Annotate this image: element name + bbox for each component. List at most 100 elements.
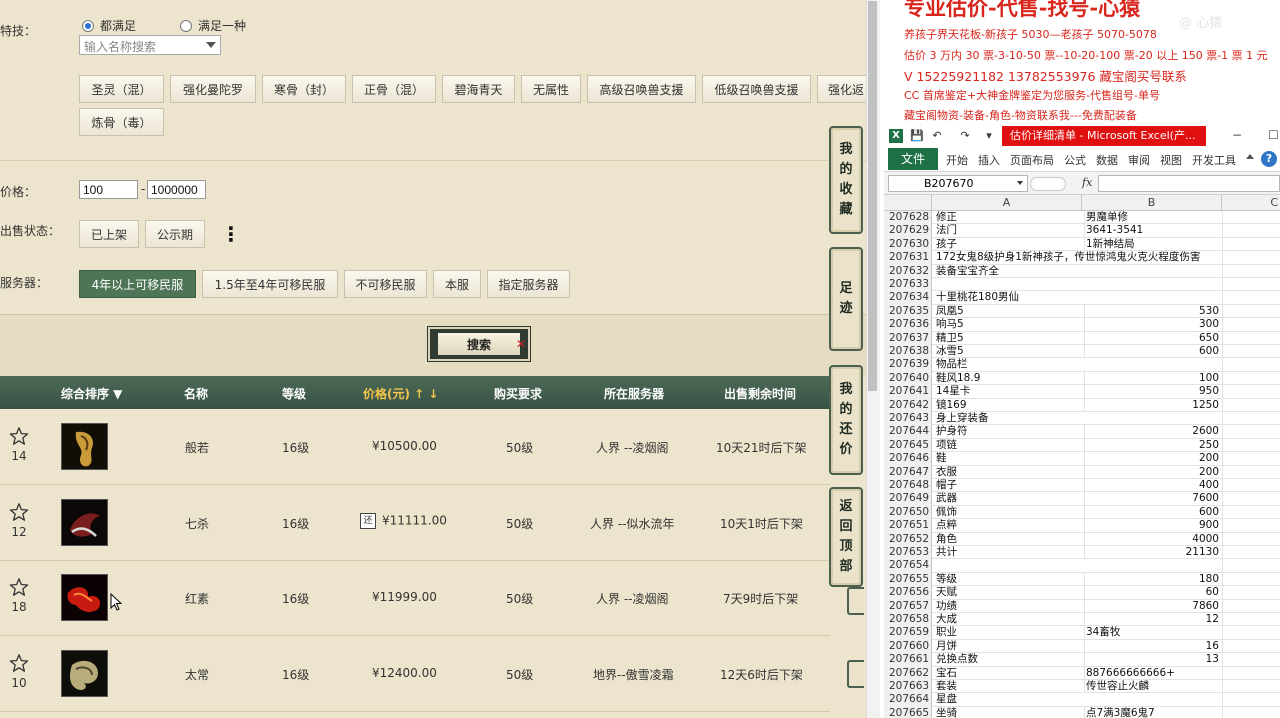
cell-b[interactable]: 900	[1084, 519, 1222, 533]
cell-c[interactable]	[1222, 425, 1280, 439]
skill-option[interactable]: 强化返	[817, 75, 866, 103]
skill-option[interactable]: 低级召唤兽支援	[702, 75, 811, 103]
sheet-row[interactable]: 207658 大成 12	[884, 613, 1280, 627]
cell-a[interactable]: 大成	[936, 613, 1084, 626]
cell-c[interactable]	[1222, 452, 1280, 466]
cell-a[interactable]: 护身符	[936, 425, 1084, 438]
skill-option[interactable]: 高级召唤兽支援	[587, 75, 696, 103]
sheet-row[interactable]: 207664 星盘	[884, 693, 1280, 707]
cell-a[interactable]: 身上穿装备	[936, 412, 1084, 425]
sheet-row[interactable]: 207648 帽子 400	[884, 479, 1280, 493]
row-number[interactable]: 207633	[884, 278, 932, 292]
table-row[interactable]: 12 七杀 16级 还 ¥11111.00 50级 人界 --似水流年 10天1时…	[0, 486, 830, 561]
status-public-period-button[interactable]: 公示期	[145, 220, 205, 248]
cell-c[interactable]	[1222, 559, 1280, 573]
footprint-tab[interactable]: 足迹	[829, 247, 863, 351]
server-option[interactable]: 指定服务器	[487, 270, 570, 298]
favorite-star-icon[interactable]	[9, 577, 29, 597]
row-number[interactable]: 207651	[884, 519, 932, 533]
name-box[interactable]: B207670	[888, 175, 1028, 192]
cell-b[interactable]: 250	[1084, 438, 1222, 452]
cell-b[interactable]: 650	[1084, 331, 1222, 345]
skill-option[interactable]: 炼骨（毒）	[79, 108, 164, 136]
row-number[interactable]: 207630	[884, 237, 932, 252]
cell-c[interactable]	[1222, 505, 1280, 520]
row-number[interactable]: 207640	[884, 371, 932, 386]
pet-name[interactable]: 般若	[185, 439, 209, 456]
sheet-row[interactable]: 207655 等级 180	[884, 572, 1280, 587]
sheet-row[interactable]: 207643 身上穿装备	[884, 412, 1280, 426]
cell-c[interactable]	[1222, 278, 1280, 292]
sheet-row[interactable]: 207634 十里桃花180男仙	[884, 291, 1280, 305]
cell-b[interactable]: 3641-3541	[1084, 224, 1222, 238]
sheet-row[interactable]: 207653 共计 21130	[884, 546, 1280, 560]
cell-b[interactable]: 100	[1084, 371, 1222, 385]
sheet-row[interactable]: 207642 镜169 1250	[884, 398, 1280, 412]
pet-thumbnail[interactable]	[61, 650, 108, 697]
redo-icon[interactable]: ↷	[958, 129, 972, 143]
tab-developer[interactable]: 开发工具	[1192, 152, 1236, 168]
cell-b[interactable]: 12	[1084, 613, 1222, 626]
tab-insert[interactable]: 插入	[978, 152, 1000, 168]
cell-b[interactable]: 16	[1084, 639, 1222, 653]
server-option-active[interactable]: 4年以上可移民服	[79, 270, 196, 298]
search-button[interactable]: 搜索 ✕	[427, 326, 531, 362]
row-number[interactable]: 207655	[884, 572, 932, 587]
table-row[interactable]: 18 红素 16级 ¥11999.00 50级 人界 --凌烟阁 7天9时后下架	[0, 561, 830, 636]
cell-c[interactable]	[1222, 318, 1280, 332]
my-bargain-tab[interactable]: 我的还价	[829, 365, 863, 475]
back-to-top-tab[interactable]: 返回顶部	[829, 487, 863, 587]
cell-c[interactable]	[1222, 398, 1280, 412]
pet-thumbnail[interactable]	[61, 423, 108, 470]
formula-input[interactable]	[1098, 175, 1280, 192]
sheet-row[interactable]: 207637 精卫5 650	[884, 331, 1280, 345]
row-number[interactable]: 207660	[884, 639, 932, 654]
sheet-row[interactable]: 207663 套装 传世容止火麟	[884, 680, 1280, 694]
cell-c[interactable]	[1222, 438, 1280, 453]
server-option[interactable]: 不可移民服	[344, 270, 427, 298]
radio-any-match[interactable]	[180, 19, 193, 32]
row-number[interactable]: 207662	[884, 666, 932, 680]
cell-c[interactable]	[1222, 412, 1280, 426]
excel-app-icon[interactable]: X	[889, 129, 903, 143]
radio-any-label[interactable]: 满足一种	[198, 17, 246, 34]
cell-c[interactable]	[1222, 291, 1280, 305]
my-favorites-tab[interactable]: 我的收藏	[829, 126, 863, 234]
column-header-c[interactable]: C	[1222, 195, 1280, 211]
cell-c[interactable]	[1222, 519, 1280, 533]
cell-b[interactable]: 男魔单修	[1084, 211, 1222, 224]
sheet-row[interactable]: 207631 172女鬼8级护身1新神孩子，传世惊鸿鬼火克火程度伤害	[884, 251, 1280, 265]
cell-b[interactable]: 点7满3魔6鬼7	[1084, 706, 1222, 718]
cell-b[interactable]: 180	[1084, 572, 1222, 586]
sheet-row[interactable]: 207660 月饼 16	[884, 639, 1280, 654]
sheet-row[interactable]: 207662 宝石 887666666666+	[884, 666, 1280, 680]
cell-b[interactable]: 7600	[1084, 492, 1222, 506]
ribbon-collapse-icon[interactable]	[1246, 154, 1254, 159]
tab-review[interactable]: 审阅	[1128, 152, 1150, 168]
cell-a[interactable]: 职业	[936, 626, 1084, 639]
cell-b[interactable]: 200	[1084, 452, 1222, 466]
row-number[interactable]: 207629	[884, 224, 932, 238]
radio-all-match[interactable]	[82, 19, 94, 32]
sheet-row[interactable]: 207652 角色 4000	[884, 532, 1280, 546]
cell-b[interactable]: 530	[1084, 304, 1222, 318]
cell-c[interactable]	[1222, 465, 1280, 479]
cell-c[interactable]	[1222, 532, 1280, 546]
cell-b[interactable]: 600	[1084, 345, 1222, 358]
row-number[interactable]: 207661	[884, 653, 932, 667]
cell-a[interactable]: 套装	[936, 680, 1084, 693]
cell-b[interactable]: 400	[1084, 479, 1222, 492]
select-all-corner[interactable]	[884, 195, 932, 211]
row-number[interactable]: 207663	[884, 680, 932, 694]
cell-c[interactable]	[1222, 639, 1280, 654]
status-on-sale-button[interactable]: 已上架	[79, 220, 139, 248]
pet-name[interactable]: 七杀	[185, 515, 209, 532]
save-icon[interactable]: 💾	[910, 129, 924, 143]
cell-c[interactable]	[1222, 358, 1280, 372]
row-number[interactable]: 207631	[884, 251, 932, 265]
more-options-icon[interactable]: ⋮	[221, 224, 241, 244]
sheet-row[interactable]: 207646 鞋 200	[884, 452, 1280, 466]
cell-c[interactable]	[1222, 706, 1280, 718]
sheet-row[interactable]: 207650 佩饰 600	[884, 505, 1280, 520]
row-number[interactable]: 207652	[884, 532, 932, 546]
